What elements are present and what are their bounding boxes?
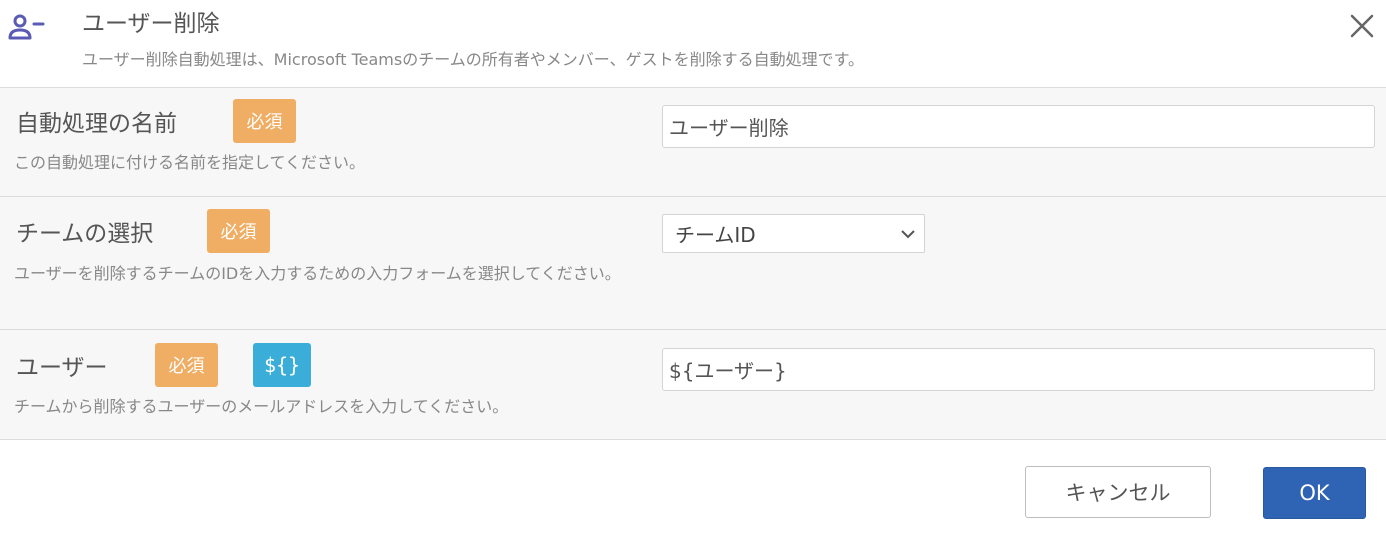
close-icon[interactable]: [1346, 10, 1378, 42]
field-name-help: この自動処理に付ける名前を指定してください。: [14, 153, 366, 172]
required-badge: 必須: [207, 209, 270, 253]
user-input[interactable]: ${ユーザー}: [662, 348, 1375, 391]
field-team-label: チームの選択: [16, 221, 154, 247]
field-team-section: チームの選択 必須 ユーザーを削除するチームのIDを入力するための入力フォームを…: [0, 197, 1386, 330]
team-select[interactable]: チームID: [662, 214, 925, 253]
cancel-button[interactable]: キャンセル: [1025, 466, 1211, 518]
variable-badge[interactable]: ${}: [253, 343, 311, 387]
team-select-value: チームID: [675, 223, 756, 247]
dialog-title: ユーザー削除: [82, 11, 220, 37]
chevron-down-icon: [901, 230, 915, 239]
field-name-label: 自動処理の名前: [16, 111, 177, 137]
field-user-label: ユーザー: [16, 355, 108, 381]
dialog-description: ユーザー削除自動処理は、Microsoft Teamsのチームの所有者やメンバー…: [82, 50, 864, 69]
ok-button[interactable]: OK: [1263, 467, 1366, 519]
name-input[interactable]: ユーザー削除: [662, 105, 1375, 148]
field-name-section: 自動処理の名前 必須 この自動処理に付ける名前を指定してください。 ユーザー削除: [0, 88, 1386, 197]
required-badge: 必須: [155, 343, 218, 387]
field-user-help: チームから削除するユーザーのメールアドレスを入力してください。: [14, 397, 509, 416]
field-user-section: ユーザー 必須 ${} チームから削除するユーザーのメールアドレスを入力してくだ…: [0, 330, 1386, 440]
field-team-help: ユーザーを削除するチームのIDを入力するための入力フォームを選択してください。: [14, 264, 621, 283]
dialog-header: ユーザー削除 ユーザー削除自動処理は、Microsoft Teamsのチームの所…: [0, 0, 1386, 88]
user-minus-icon: [8, 14, 45, 40]
required-badge: 必須: [233, 99, 296, 143]
